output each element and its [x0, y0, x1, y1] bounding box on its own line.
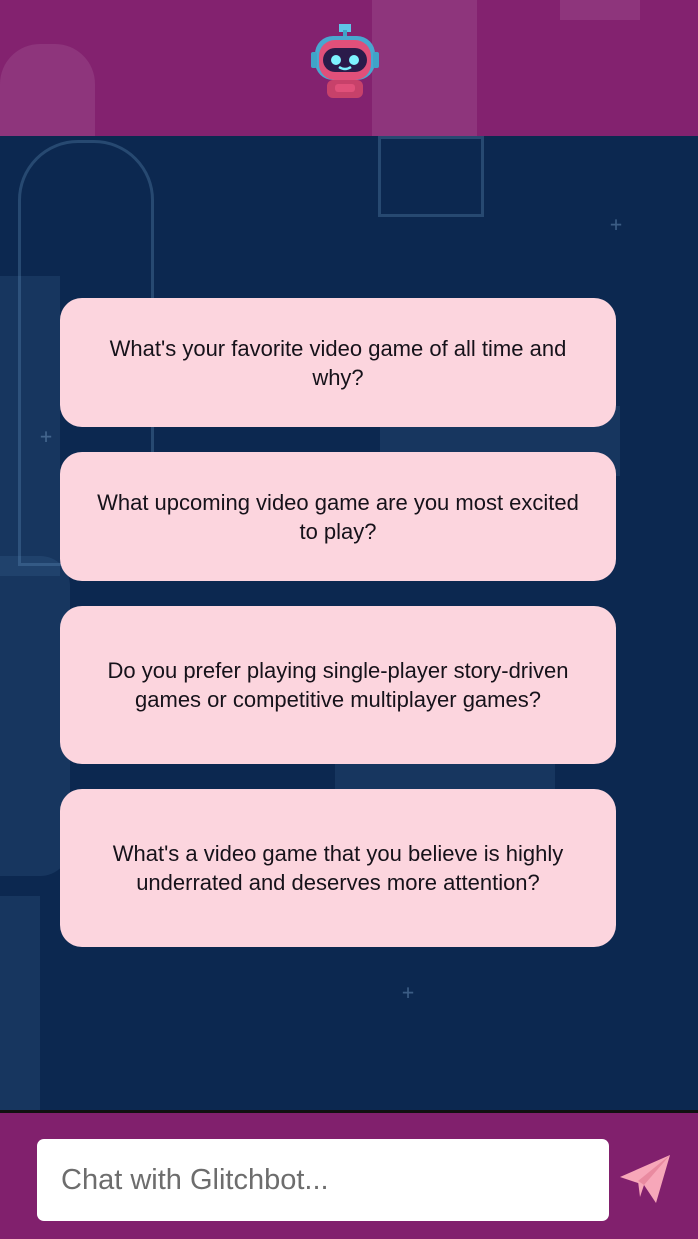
- suggestion-card[interactable]: Do you prefer playing single-player stor…: [60, 606, 616, 764]
- suggestion-text: What's a video game that you believe is …: [112, 841, 564, 895]
- chat-input[interactable]: [37, 1139, 609, 1221]
- suggestion-list: What's your favorite video game of all t…: [60, 298, 616, 972]
- chat-area: + + + What's your favorite video game of…: [0, 136, 698, 1110]
- background-decoration: [378, 136, 484, 217]
- suggestion-card[interactable]: What's your favorite video game of all t…: [60, 298, 616, 427]
- suggestion-text: What's your favorite video game of all t…: [109, 335, 567, 390]
- plus-decoration-icon: +: [40, 424, 53, 448]
- header-decoration: [0, 44, 95, 136]
- chat-footer: [0, 1110, 698, 1239]
- plus-decoration-icon: +: [402, 980, 415, 1004]
- plus-decoration-icon: +: [610, 212, 623, 236]
- suggestion-text: What upcoming video game are you most ex…: [97, 489, 579, 544]
- suggestion-card[interactable]: What upcoming video game are you most ex…: [60, 452, 616, 581]
- header-decoration: [560, 0, 640, 20]
- glitchbot-robot-icon: [311, 24, 379, 98]
- background-decoration: [0, 896, 40, 1110]
- app-header: [0, 0, 698, 136]
- suggestion-card[interactable]: What's a video game that you believe is …: [60, 789, 616, 947]
- header-decoration: [372, 0, 477, 136]
- suggestion-text: Do you prefer playing single-player stor…: [107, 658, 569, 712]
- send-plane-icon[interactable]: [616, 1151, 674, 1209]
